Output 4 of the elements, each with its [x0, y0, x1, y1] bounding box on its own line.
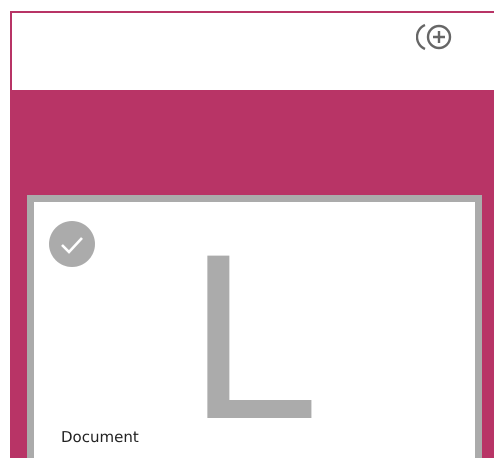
file-letter: L: [188, 249, 320, 426]
check-circle-icon: [49, 221, 95, 267]
add-icon[interactable]: [416, 22, 454, 52]
document-name: Document: [61, 428, 139, 446]
